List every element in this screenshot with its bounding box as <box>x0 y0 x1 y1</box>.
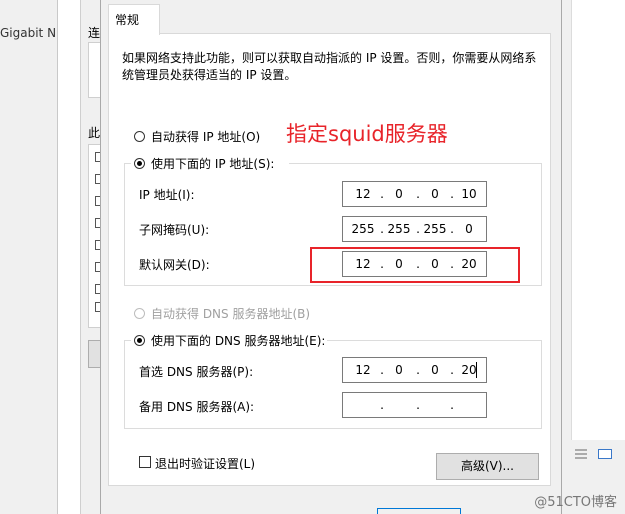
items-label: 此 <box>88 126 101 140</box>
auto-ip-radio[interactable] <box>134 131 145 142</box>
alternate-dns-label: 备用 DNS 服务器(A): <box>139 400 255 414</box>
octet: 10 <box>461 187 477 201</box>
octet: 12 <box>355 363 371 377</box>
alternate-dns-field[interactable]: . . . <box>342 392 487 418</box>
description-text: 如果网络支持此功能，则可以获取自动指派的 IP 设置。否则，你需要从网络系统管理… <box>122 51 537 82</box>
adapter-name-text: Gigabit N <box>0 26 57 40</box>
manual-dns-label: 使用下面的 DNS 服务器地址(E): <box>151 334 326 348</box>
octet: 0 <box>431 187 439 201</box>
manual-dns-radio[interactable] <box>134 335 145 346</box>
manual-ip-radio[interactable] <box>134 158 145 169</box>
octet: 0 <box>465 222 473 236</box>
preferred-dns-label: 首选 DNS 服务器(P): <box>139 365 254 379</box>
octet: 0 <box>431 363 439 377</box>
auto-dns-label: 自动获得 DNS 服务器地址(B) <box>151 307 311 321</box>
text-caret <box>476 362 477 378</box>
tab-general-label: 常规 <box>115 13 140 27</box>
details-view-icon[interactable] <box>573 447 589 461</box>
validate-on-exit-label: 退出时验证设置(L) <box>155 457 256 471</box>
validate-on-exit-checkbox[interactable] <box>139 456 151 468</box>
ok-button[interactable] <box>377 508 461 514</box>
gateway-highlight-box <box>310 247 520 283</box>
octet: 255 <box>387 222 411 236</box>
octet: 0 <box>395 363 403 377</box>
octet: 255 <box>423 222 447 236</box>
background-window-left <box>0 0 58 514</box>
preferred-dns-field[interactable]: 12 . 0 . 0 . 20 <box>342 357 487 383</box>
annotation-text: 指定squid服务器 <box>286 122 448 146</box>
auto-dns-radio[interactable] <box>134 308 145 319</box>
watermark: @51CTO博客 <box>534 495 617 510</box>
octet: 12 <box>355 187 371 201</box>
subnet-mask-field[interactable]: 255 . 255 . 255 . 0 <box>342 216 487 242</box>
octet: 255 <box>351 222 375 236</box>
ip-address-field[interactable]: 12 . 0 . 0 . 10 <box>342 181 487 207</box>
tiles-view-icon[interactable] <box>597 447 613 461</box>
octet: 0 <box>395 187 403 201</box>
background-panel <box>571 0 625 440</box>
connect-using-label: 连 <box>88 26 101 40</box>
advanced-button[interactable]: 高级(V)... <box>436 453 539 480</box>
default-gateway-label: 默认网关(D): <box>139 258 210 272</box>
ip-address-label: IP 地址(I): <box>139 188 195 202</box>
subnet-mask-label: 子网掩码(U): <box>139 223 210 237</box>
manual-ip-label: 使用下面的 IP 地址(S): <box>151 157 275 171</box>
auto-ip-label: 自动获得 IP 地址(O) <box>151 130 261 144</box>
octet: 20 <box>461 363 477 377</box>
